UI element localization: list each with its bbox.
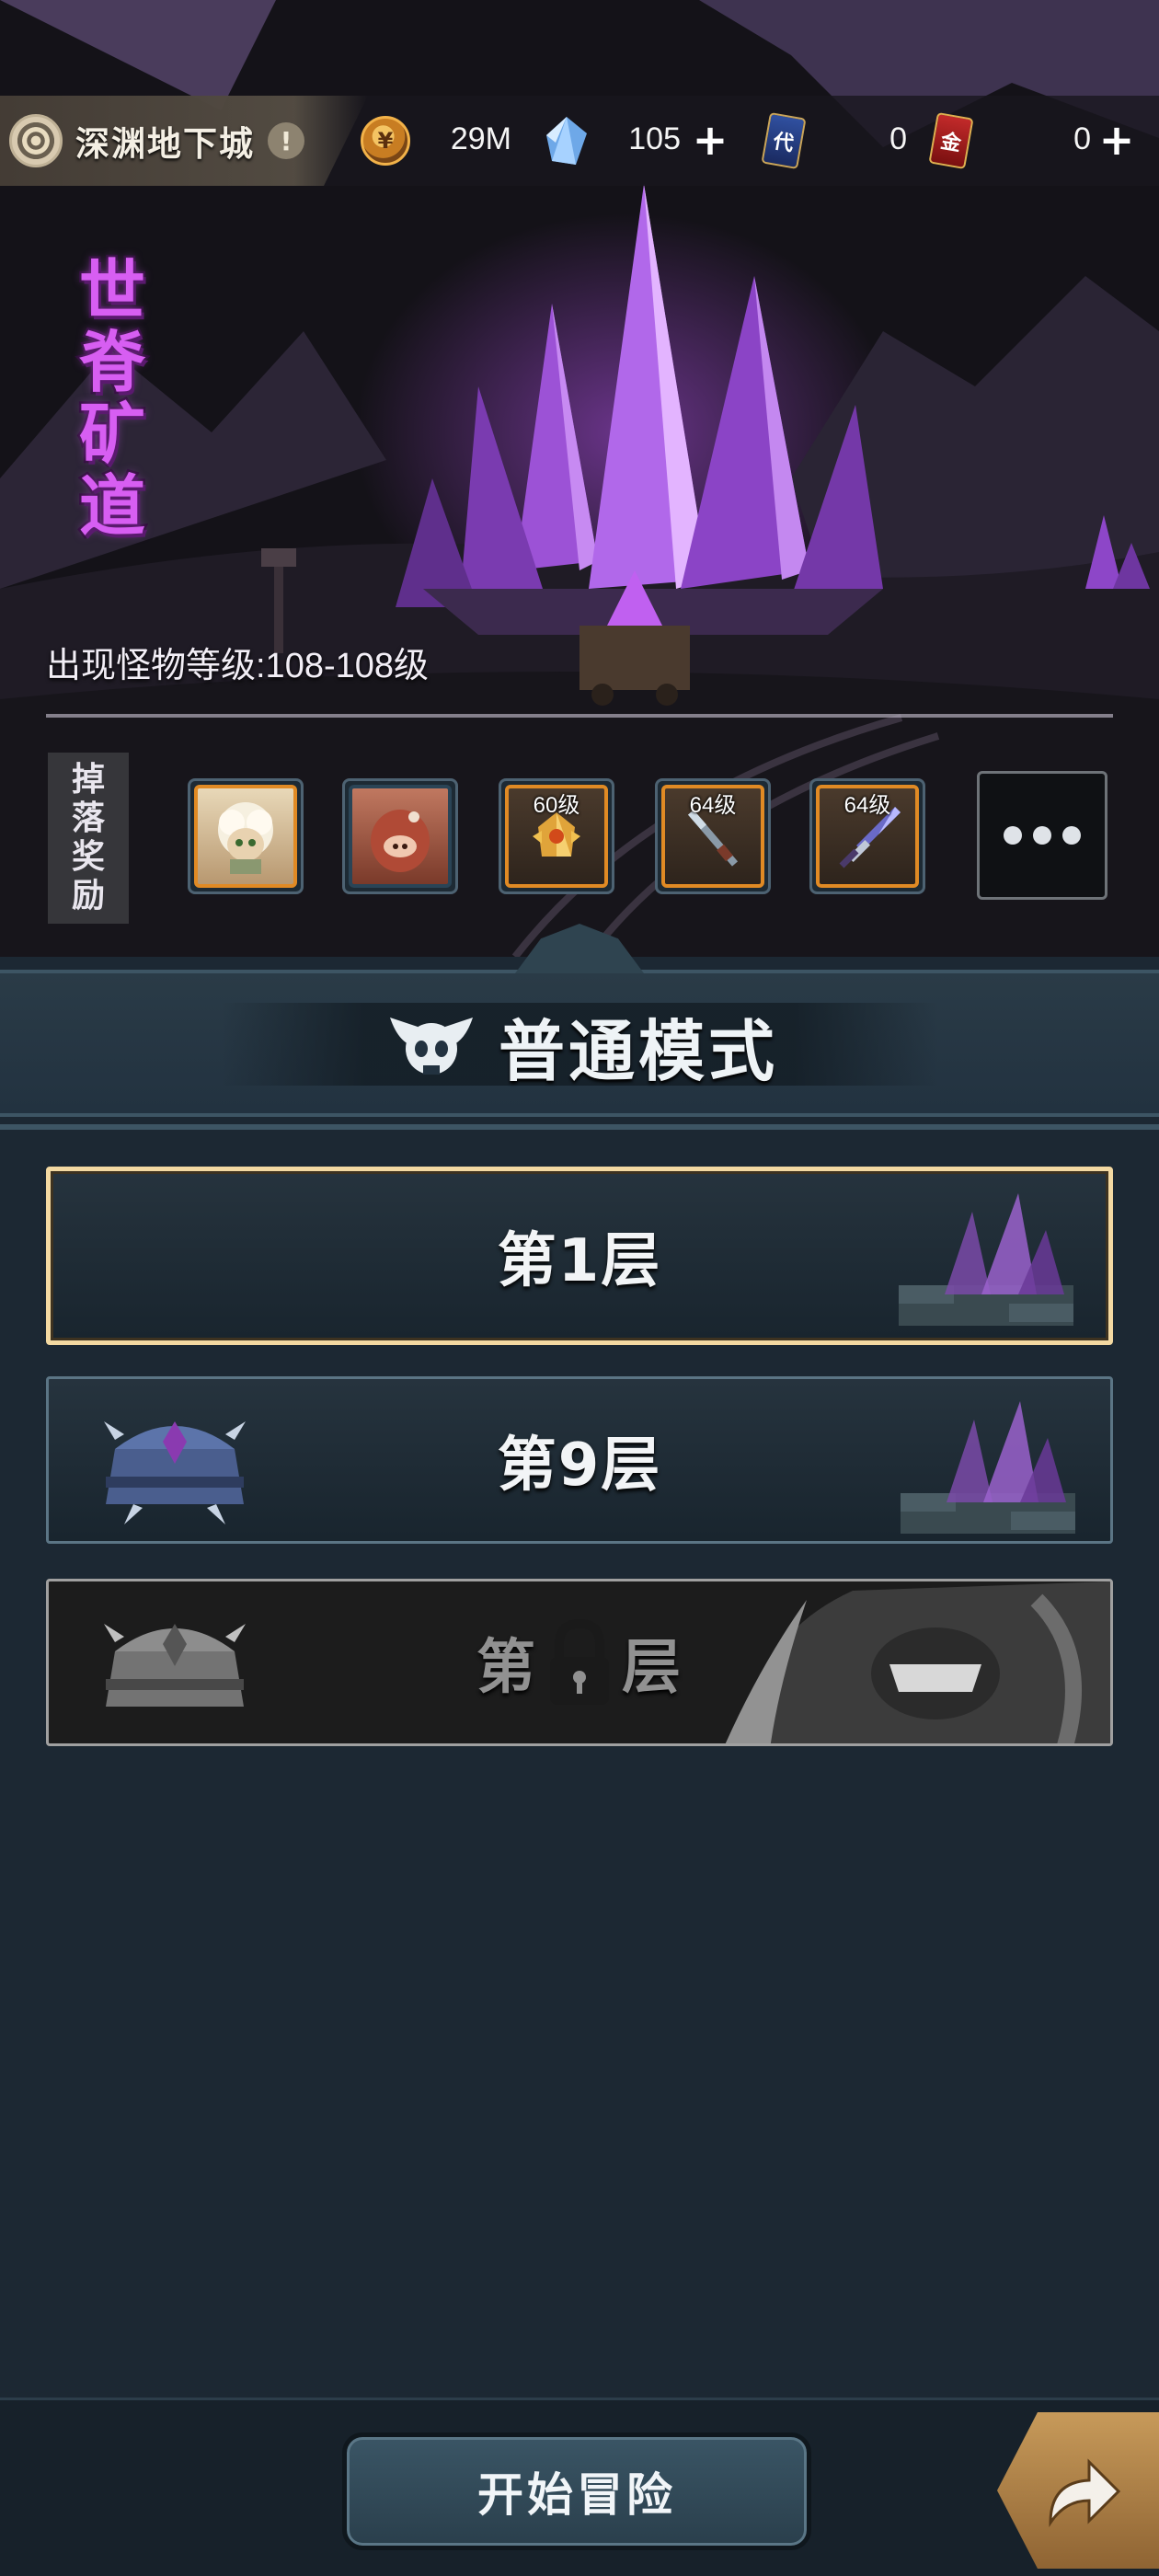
stage-name-char: 世 [76, 252, 147, 329]
mode-title-text: 普通模式 [498, 1012, 778, 1090]
monster-level-text: 出现怪物等级:108-108级 [46, 647, 430, 685]
start-adventure-button[interactable]: 开始冒险 [342, 2432, 811, 2550]
crystal-resource: 105 + [543, 112, 745, 169]
lock-icon [543, 1616, 616, 1708]
locked-floor-label: 第 层 [49, 1581, 1110, 1743]
gold-value: 29M [450, 121, 511, 156]
item-level: 60级 [533, 793, 580, 818]
swirl-icon [9, 114, 63, 167]
dot-icon [1062, 826, 1081, 845]
red-card-resource: 金 0 + [928, 111, 1153, 170]
blue-card-icon: 代 [761, 111, 807, 170]
stage-name-char: 脊 [76, 324, 147, 401]
stage-name-char: 矿 [76, 396, 147, 473]
reward-item-1[interactable] [188, 778, 304, 894]
divider [46, 714, 1113, 718]
mode-title: 普通模式 [0, 999, 1159, 1091]
add-red-card-button[interactable]: + [1096, 119, 1137, 161]
resource-bar: 深渊地下城 ! ¥ 29M 105 + 代 0 金 0 + [0, 96, 1159, 186]
floor-9-label: 第9层 [497, 1432, 662, 1500]
dot-icon [1004, 826, 1022, 845]
crystal-value: 105 [628, 121, 681, 156]
reward-item-4[interactable]: 64级 [655, 778, 771, 894]
reward-item-3[interactable]: 60级 [499, 778, 614, 894]
stage-name-char: 道 [76, 467, 147, 545]
blue-card-value: 0 [889, 121, 907, 156]
item-level: 64级 [689, 793, 737, 818]
blue-card-resource: 代 0 [761, 111, 922, 170]
add-crystal-button[interactable]: + [690, 119, 730, 161]
floor-1-row[interactable]: 第1层 [46, 1167, 1113, 1345]
sheep-hero-icon [218, 802, 273, 874]
boss-floor-row-locked[interactable]: 第 层 [46, 1579, 1113, 1746]
stage-name-vertical: 世 脊 矿 道 [68, 252, 156, 545]
dungeon-title-chip[interactable]: 深渊地下城 ! [0, 96, 368, 186]
share-arrow-icon [1049, 2458, 1121, 2527]
reward-item-5[interactable]: 64级 [809, 778, 925, 894]
dot-icon [1033, 826, 1051, 845]
dungeon-title: 深渊地下城 [75, 124, 255, 164]
red-card-value: 0 [1073, 121, 1091, 156]
reward-item-2[interactable] [342, 778, 458, 894]
drop-rewards-label: 掉 落 奖 励 [48, 753, 129, 924]
blue-crystal-icon [546, 117, 587, 165]
red-card-icon: 金 [928, 111, 974, 170]
gold-resource: ¥ 29M [361, 112, 526, 169]
floor-9-row[interactable]: 第9层 [46, 1376, 1113, 1544]
more-rewards-button[interactable] [977, 771, 1107, 900]
skull-horns-icon [389, 1018, 473, 1075]
red-creature-icon [371, 810, 430, 872]
floor-1-label: 第1层 [497, 1227, 662, 1295]
gold-coin-icon: ¥ [361, 116, 410, 166]
info-icon[interactable]: ! [268, 122, 304, 159]
item-level: 64级 [843, 793, 891, 818]
